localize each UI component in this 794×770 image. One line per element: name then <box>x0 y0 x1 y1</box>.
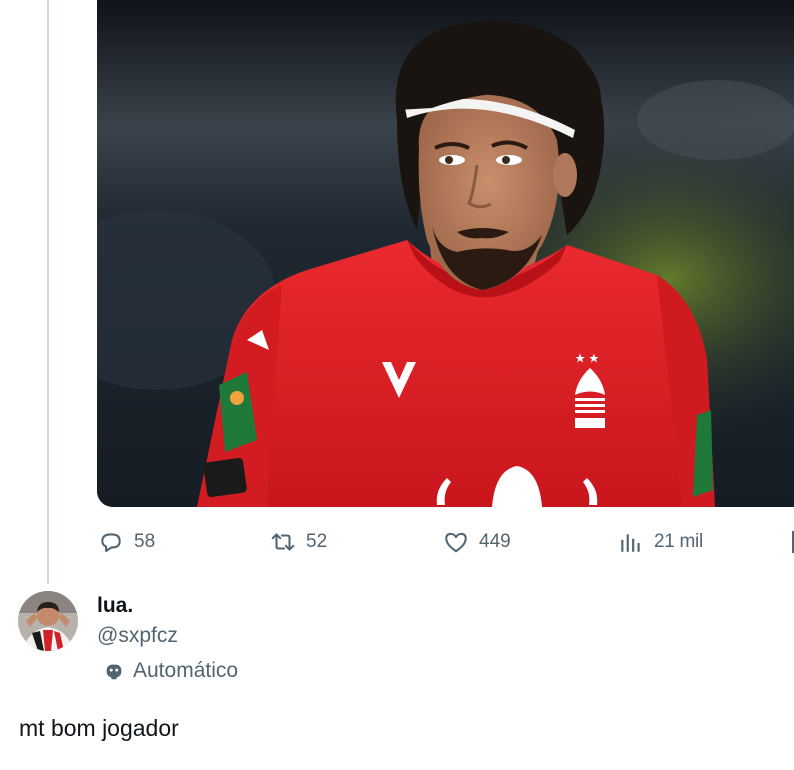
automated-account-label[interactable]: Automático <box>103 659 238 683</box>
automated-label-text: Automático <box>133 659 239 682</box>
like-count: 449 <box>479 531 511 552</box>
bot-icon <box>106 664 122 680</box>
views-button[interactable]: 21 mil <box>618 526 703 558</box>
retweet-count: 52 <box>306 531 328 552</box>
reply-tweet-text: mt bom jogador <box>19 715 179 741</box>
reply-button[interactable]: 58 <box>98 526 155 558</box>
thread-connector-line <box>47 0 49 584</box>
analytics-bars-icon <box>621 534 640 552</box>
tweet-action-bar: 58 52 449 21 mil <box>0 526 794 558</box>
reply-count: 58 <box>134 531 156 552</box>
reply-bubble-icon <box>101 533 121 553</box>
like-button[interactable]: 449 <box>443 526 511 558</box>
reply-author-name[interactable]: lua. <box>97 594 133 618</box>
tweet-media-photo[interactable] <box>97 0 794 507</box>
retweet-icon <box>271 533 295 551</box>
heart-icon <box>445 532 467 553</box>
reply-author-handle[interactable]: @sxpfcz <box>97 624 178 648</box>
avatar[interactable] <box>18 591 78 651</box>
retweet-button[interactable]: 52 <box>270 526 327 558</box>
view-count: 21 mil <box>654 531 703 552</box>
